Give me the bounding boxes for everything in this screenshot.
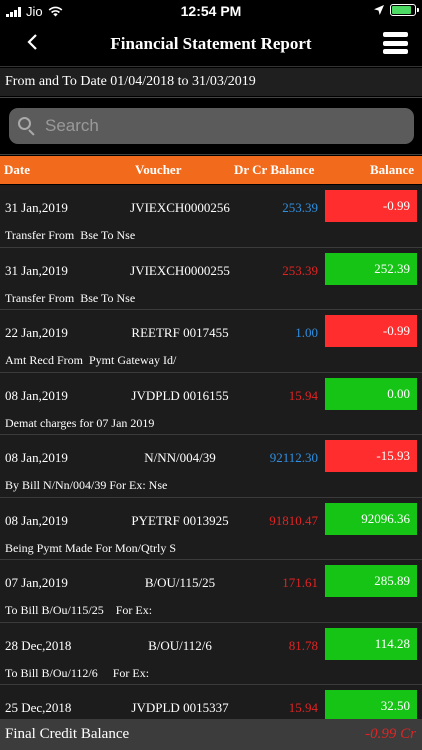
row-balance: -0.99 bbox=[325, 315, 417, 347]
page-title: Financial Statement Report bbox=[110, 34, 312, 53]
search-input[interactable] bbox=[45, 116, 405, 136]
column-header-drcr-balance: Dr Cr Balance bbox=[234, 162, 315, 177]
row-date: 22 Jan,2019 bbox=[5, 325, 68, 340]
status-bar: Jio 12:54 PM bbox=[0, 0, 422, 22]
location-arrow-icon bbox=[374, 5, 384, 15]
row-balance: 252.39 bbox=[325, 252, 417, 285]
final-balance-footer: Final Credit Balance -0.99 Cr bbox=[0, 719, 422, 750]
row-voucher: B/OU/112/6 bbox=[148, 637, 212, 653]
row-drcr-amount: 15.94 bbox=[288, 700, 318, 715]
row-balance: 114.28 bbox=[325, 627, 417, 660]
row-voucher: JVDPLD 0015337 bbox=[131, 700, 229, 715]
row-drcr-amount: 81.78 bbox=[288, 637, 318, 653]
row-voucher: REETRF 0017455 bbox=[131, 325, 229, 340]
table-header: Date Voucher Dr Cr Balance Balance bbox=[0, 156, 422, 184]
row-balance: 285.89 bbox=[325, 565, 417, 597]
row-voucher: B/OU/115/25 bbox=[144, 575, 216, 590]
table-row[interactable]: 08 Jan,2019 JVDPLD 0016155 15.94 0.00 De… bbox=[0, 372, 422, 435]
row-date: 08 Jan,2019 bbox=[5, 450, 68, 465]
table-row[interactable]: 28 Dec,2018 B/OU/112/6 81.78 114.28 To B… bbox=[0, 622, 422, 685]
row-voucher: JVIEXCH0000256 bbox=[130, 200, 230, 215]
table-row[interactable]: 31 Jan,2019 JVIEXCH0000256 253.39 -0.99 … bbox=[0, 185, 422, 248]
table-row[interactable]: 08 Jan,2019 PYETRF 0013925 91810.47 9209… bbox=[0, 497, 422, 560]
row-balance: 32.50 bbox=[325, 690, 417, 722]
date-range-label: From and To Date 01/04/2018 to 31/03/201… bbox=[0, 68, 422, 96]
row-drcr-amount: 253.39 bbox=[282, 200, 318, 215]
row-drcr-amount: 91810.47 bbox=[269, 512, 318, 528]
table-row[interactable]: 08 Jan,2019 N/NN/004/39 92112.30 -15.93 … bbox=[0, 435, 422, 498]
row-balance: -0.99 bbox=[325, 190, 417, 222]
clock: 12:54 PM bbox=[180, 3, 242, 19]
row-balance: -15.93 bbox=[325, 440, 417, 472]
row-narration: Amt Recd From Pymt Gateway Id/ bbox=[5, 353, 177, 367]
transaction-list: 31 Jan,2019 JVIEXCH0000256 253.39 -0.99 … bbox=[0, 185, 422, 748]
status-right bbox=[374, 4, 419, 16]
row-narration: To Bill B/Ou/112/6 For Ex: bbox=[5, 665, 150, 680]
row-date: 28 Dec,2018 bbox=[5, 637, 72, 653]
row-narration: Transfer From Bse To Nse bbox=[5, 228, 136, 242]
column-header-voucher: Voucher bbox=[135, 162, 182, 177]
row-date: 08 Jan,2019 bbox=[5, 387, 68, 403]
final-balance-label: Final Credit Balance bbox=[5, 726, 130, 742]
row-balance: 92096.36 bbox=[325, 502, 417, 535]
row-date: 07 Jan,2019 bbox=[5, 575, 68, 590]
hamburger-menu-icon[interactable] bbox=[383, 32, 408, 54]
row-narration: To Bill B/Ou/115/25 For Ex: bbox=[5, 603, 153, 617]
row-voucher: PYETRF 0013925 bbox=[131, 512, 229, 528]
search-bar bbox=[0, 97, 422, 155]
row-voucher: JVIEXCH0000255 bbox=[130, 262, 230, 278]
row-date: 25 Dec,2018 bbox=[5, 700, 72, 715]
battery-icon bbox=[390, 4, 419, 16]
row-drcr-amount: 92112.30 bbox=[269, 450, 318, 465]
row-drcr-amount: 253.39 bbox=[282, 262, 318, 278]
row-date: 31 Jan,2019 bbox=[5, 200, 68, 215]
nav-bar: Financial Statement Report bbox=[0, 22, 422, 67]
row-drcr-amount: 1.00 bbox=[295, 325, 318, 340]
search-icon bbox=[17, 116, 37, 136]
row-balance: 0.00 bbox=[325, 377, 417, 410]
table-row[interactable]: 07 Jan,2019 B/OU/115/25 171.61 285.89 To… bbox=[0, 560, 422, 623]
row-narration: Being Pymt Made For Mon/Qtrly S bbox=[5, 540, 177, 555]
table-row[interactable]: 22 Jan,2019 REETRF 0017455 1.00 -0.99 Am… bbox=[0, 310, 422, 373]
row-date: 08 Jan,2019 bbox=[5, 512, 68, 528]
row-narration: By Bill N/Nn/004/39 For Ex: Nse bbox=[5, 478, 168, 492]
final-balance-value: -0.99 Cr bbox=[365, 726, 416, 742]
row-narration: Demat charges for 07 Jan 2019 bbox=[5, 415, 155, 430]
column-header-date: Date bbox=[4, 162, 30, 177]
row-drcr-amount: 15.94 bbox=[288, 387, 318, 403]
column-header-balance: Balance bbox=[369, 162, 414, 177]
row-voucher: N/NN/004/39 bbox=[144, 450, 216, 465]
row-voucher: JVDPLD 0016155 bbox=[131, 387, 229, 403]
row-narration: Transfer From Bse To Nse bbox=[5, 290, 136, 305]
row-drcr-amount: 171.61 bbox=[282, 575, 318, 590]
row-date: 31 Jan,2019 bbox=[5, 262, 68, 278]
table-row[interactable]: 31 Jan,2019 JVIEXCH0000255 253.39 252.39… bbox=[0, 247, 422, 310]
search-box[interactable] bbox=[9, 108, 414, 144]
